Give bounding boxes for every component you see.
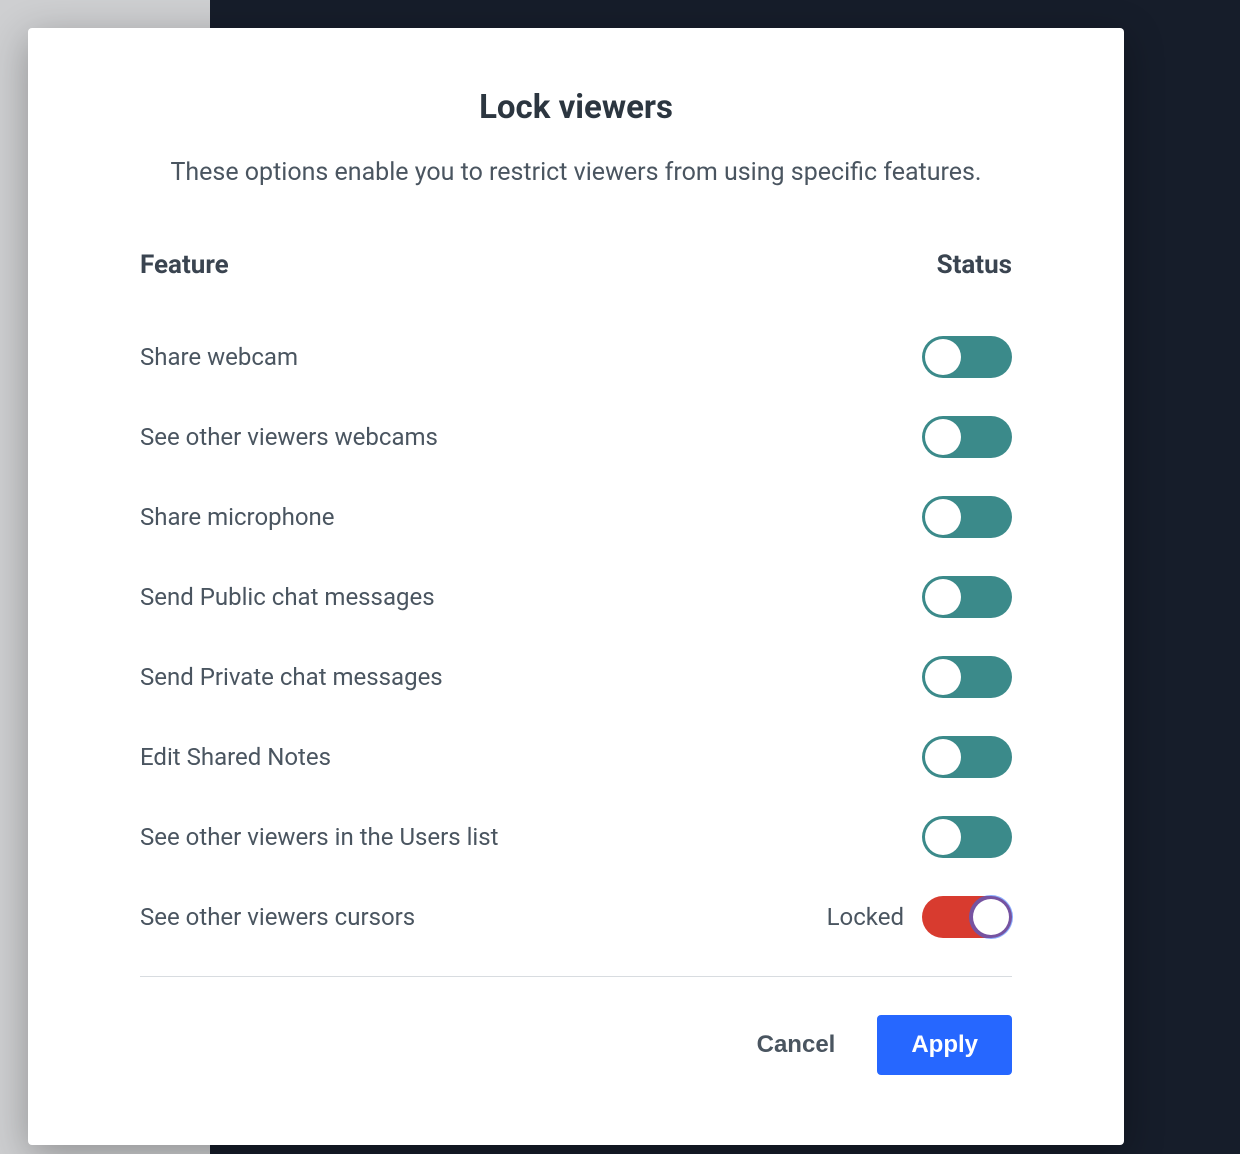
feature-toggle[interactable]: [922, 736, 1012, 778]
column-header-feature: Feature: [140, 250, 229, 280]
apply-button[interactable]: Apply: [877, 1015, 1012, 1075]
cancel-button[interactable]: Cancel: [749, 1021, 844, 1069]
feature-row-right: [922, 656, 1012, 698]
feature-toggle[interactable]: [922, 416, 1012, 458]
feature-row-right: [922, 816, 1012, 858]
feature-row: See other viewers webcams: [140, 416, 1012, 458]
toggle-knob: [973, 899, 1009, 935]
feature-label: Share webcam: [140, 343, 298, 371]
feature-toggle[interactable]: [922, 496, 1012, 538]
feature-label: See other viewers webcams: [140, 423, 438, 451]
feature-toggle[interactable]: [922, 816, 1012, 858]
feature-toggle[interactable]: [922, 656, 1012, 698]
feature-label: Send Public chat messages: [140, 583, 435, 611]
feature-row-right: [922, 336, 1012, 378]
feature-row-right: [922, 496, 1012, 538]
feature-label: Send Private chat messages: [140, 663, 443, 691]
status-text: Locked: [827, 903, 904, 931]
column-header-status: Status: [937, 250, 1012, 280]
feature-label: Edit Shared Notes: [140, 743, 331, 771]
feature-row-right: [922, 576, 1012, 618]
toggle-knob: [925, 339, 961, 375]
toggle-knob: [925, 499, 961, 535]
feature-row-right: Locked: [827, 896, 1012, 938]
feature-toggle[interactable]: [922, 576, 1012, 618]
feature-row: Share microphone: [140, 496, 1012, 538]
feature-row: See other viewers in the Users list: [140, 816, 1012, 858]
feature-row: Send Private chat messages: [140, 656, 1012, 698]
feature-label: See other viewers cursors: [140, 903, 415, 931]
toggle-knob: [925, 739, 961, 775]
feature-row-right: [922, 416, 1012, 458]
feature-row: Send Public chat messages: [140, 576, 1012, 618]
toggle-knob: [925, 659, 961, 695]
features-list: Share webcam See other viewers webcams Sha…: [140, 336, 1012, 938]
feature-row: See other viewers cursors Locked: [140, 896, 1012, 938]
feature-label: See other viewers in the Users list: [140, 823, 499, 851]
feature-row: Share webcam: [140, 336, 1012, 378]
feature-row-right: [922, 736, 1012, 778]
feature-toggle[interactable]: [922, 896, 1012, 938]
table-header: Feature Status: [140, 250, 1012, 280]
button-row: Cancel Apply: [140, 1015, 1012, 1075]
toggle-knob: [925, 819, 961, 855]
feature-row: Edit Shared Notes: [140, 736, 1012, 778]
modal-subtitle: These options enable you to restrict vie…: [140, 155, 1012, 190]
toggle-knob: [925, 579, 961, 615]
feature-label: Share microphone: [140, 503, 335, 531]
lock-viewers-modal: Lock viewers These options enable you to…: [28, 28, 1124, 1145]
modal-title: Lock viewers: [140, 88, 1012, 127]
feature-toggle[interactable]: [922, 336, 1012, 378]
divider: [140, 976, 1012, 977]
toggle-knob: [925, 419, 961, 455]
